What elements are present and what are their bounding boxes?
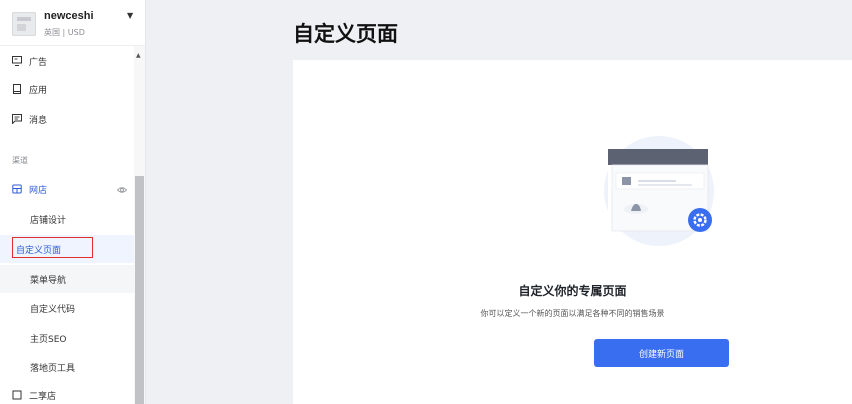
empty-state-title: 自定义你的专属页面 <box>518 284 627 298</box>
nav-label-online-store: 网店 <box>29 185 48 196</box>
sub-item-custom-code[interactable]: 自定义代码 <box>0 294 134 322</box>
eye-icon[interactable] <box>117 185 127 195</box>
nav-label-ads: 广告 <box>29 57 48 68</box>
sub-item-landing-page-tool[interactable]: 落地页工具 <box>0 353 134 381</box>
tablet-icon <box>12 84 22 94</box>
sub-item-home-seo[interactable]: 主页SEO <box>0 324 134 352</box>
message-icon <box>12 114 22 124</box>
sub-item-store-design[interactable]: 店铺设计 <box>0 205 134 233</box>
scroll-up-icon[interactable]: ▲ <box>136 52 141 59</box>
empty-illustration <box>604 136 714 246</box>
nav-label-messages: 消息 <box>29 115 48 126</box>
scrollbar-thumb[interactable] <box>135 176 144 404</box>
nav-item-online-store[interactable]: 网店 <box>0 174 134 204</box>
create-page-button[interactable]: 创建新页面 <box>594 339 729 367</box>
nav-label-partial: 二享店 <box>29 391 57 402</box>
page-title: 自定义页面 <box>293 22 398 46</box>
caret-down-icon[interactable]: ▼ <box>127 11 133 20</box>
store-logo <box>12 12 36 36</box>
store-region-currency: 英国 | USD <box>44 28 85 37</box>
monitor-icon <box>12 56 22 66</box>
store-name: newceshi <box>44 10 94 22</box>
nav-item-apps[interactable]: 应用 <box>0 74 134 104</box>
nav-item-messages[interactable]: 消息 <box>0 104 134 134</box>
nav-item-ads[interactable]: 广告 <box>0 46 134 76</box>
sub-item-menu-nav[interactable]: 菜单导航 <box>0 265 134 293</box>
empty-state-description: 你可以定义一个新的页面以满足各种不同的销售场景 <box>480 309 665 318</box>
section-label-channel: 渠道 <box>12 156 28 165</box>
nav-item-partial[interactable]: 二享店 <box>0 380 134 404</box>
store-switcher[interactable]: newceshi 英国 | USD ▼ <box>0 0 145 46</box>
nav-label-apps: 应用 <box>29 85 48 96</box>
content-card <box>293 60 852 404</box>
store-icon <box>12 184 22 194</box>
doc-icon <box>12 390 22 400</box>
highlight-box <box>12 237 93 258</box>
nav-list: 广告 应用 消息 渠道 网店 店铺设计 自定义页面 菜单导航 自定义代码 主页S… <box>0 46 134 404</box>
sidebar: newceshi 英国 | USD ▼ 广告 应用 消息 渠道 网店 店铺设计 … <box>0 0 146 404</box>
